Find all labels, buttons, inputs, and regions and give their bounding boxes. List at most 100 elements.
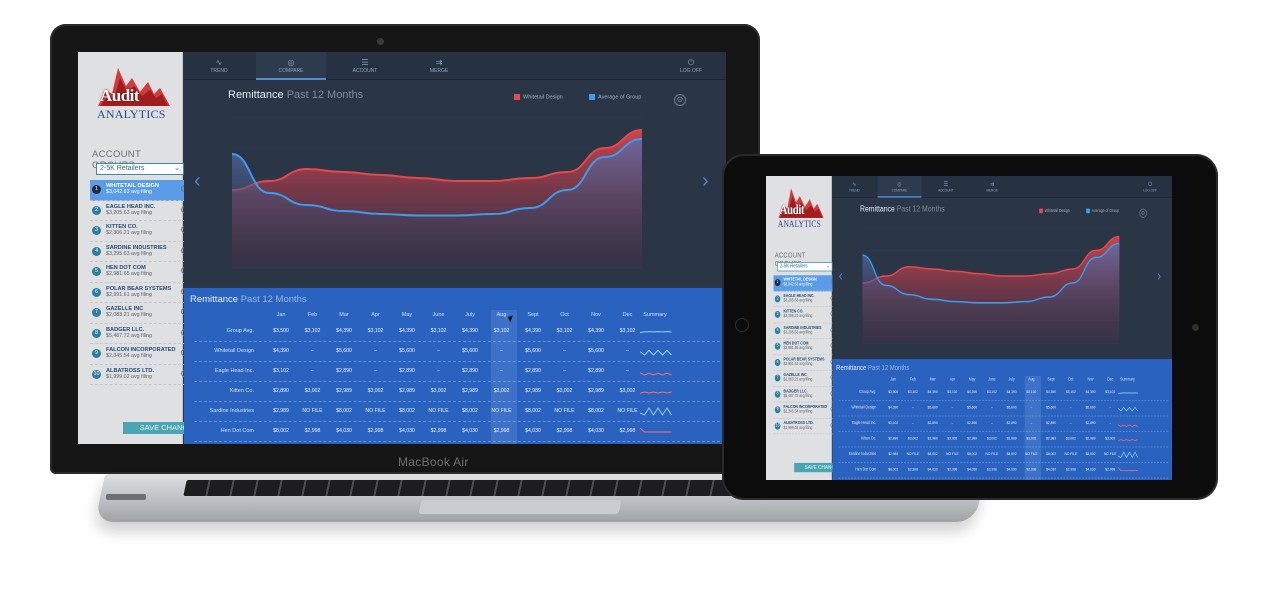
sparkline <box>640 349 672 356</box>
account-item[interactable]: 8BADGER LLC.$5,487.72 avg filing× <box>773 387 835 403</box>
account-item[interactable]: 2EAGLE HEAD INC.$3,205.63 avg filing× <box>90 201 188 221</box>
account-number-badge: 2 <box>774 295 781 303</box>
table-cell: $2,890 <box>462 368 478 374</box>
column-header-month[interactable]: Jan <box>266 312 296 318</box>
column-header-month[interactable]: Oct <box>550 312 580 318</box>
column-header-summary: Summary <box>1120 377 1135 383</box>
table-body: Group Avg. $3,500 $3,102 $4,390 $3,102 $4,390… <box>838 385 1169 479</box>
tab-compare[interactable]: ◎ COMPARE <box>256 52 326 80</box>
account-item[interactable]: 7GAZELLE INC$2,083.21 avg filing× <box>773 371 835 387</box>
account-item[interactable]: 3KITTEN CO.$2,306.21 avg filing× <box>773 307 835 323</box>
column-header-month[interactable]: Dec <box>613 312 643 318</box>
account-item[interactable]: 9 FALCON INCORPORATED $2,345.54 avg filing… <box>90 344 188 365</box>
table-cell: $5,600 <box>927 405 938 411</box>
column-header-month[interactable]: June <box>982 378 1001 383</box>
column-header-month[interactable]: Feb <box>904 378 923 383</box>
tab-log-off[interactable]: ⏻ LOG OFF <box>1128 176 1172 198</box>
row-label: Eagle Head Inc. <box>851 421 877 426</box>
trend-icon: ∿ <box>215 58 223 67</box>
column-header-month[interactable]: Dec <box>1101 378 1120 383</box>
account-group-select[interactable]: 2-5K Retailers ⌄ <box>777 262 833 272</box>
column-header-month[interactable]: Apr <box>361 312 391 318</box>
table-row[interactable]: Hen Dot Com $8,002 $2,998 $4,030 $2,998 $4,03… <box>838 463 1169 479</box>
table-cell: $8,002 <box>1046 452 1057 457</box>
chevron-left-icon[interactable]: ‹ <box>839 268 843 286</box>
table-cell: NO FILE <box>1064 452 1078 457</box>
column-header-month[interactable]: Nov <box>1081 378 1100 383</box>
table-row[interactable]: Hen Dot Com $8,002 $2,998 $4,030 $2,998 $4,03… <box>194 422 720 442</box>
table-row[interactable]: Whitetail Design $4,390 – $5,600 – $5,600 – $5,… <box>194 342 720 362</box>
table-cell: $3,002 <box>1026 436 1037 442</box>
table-row[interactable]: Group Avg. $3,500 $3,102 $4,390 $3,102 $4,390… <box>194 322 720 342</box>
table-row[interactable]: Group Avg. $3,500 $3,102 $4,390 $3,102 $4,390… <box>838 385 1169 401</box>
account-item[interactable]: 5HEN DOT COM$2,981.65 avg filing× <box>773 339 835 355</box>
account-item[interactable]: 10ALBATROSS LTD.$1,999.02 avg filing× <box>773 418 835 435</box>
tab-merge[interactable]: ⇉ MERGE <box>970 176 1014 198</box>
chevron-right-icon[interactable]: › <box>1157 268 1161 286</box>
account-item[interactable]: 6POLAR BEAR SYSTEMS$2,991.61 avg filing× <box>773 355 835 371</box>
chevron-left-icon[interactable]: ‹ <box>194 170 201 193</box>
column-header-month[interactable]: Mar <box>329 312 359 318</box>
account-item[interactable]: 4SARDINE INDUSTRIES$3,295.63 avg filing× <box>90 242 188 262</box>
table-row[interactable]: Kitten Co. $2,890 $3,002 $2,989 $3,002 $2,989… <box>194 382 720 402</box>
table-cell: $2,998 <box>1105 467 1116 473</box>
account-item[interactable]: 10ALBATROSS LTD.$1,999.02 avg filing× <box>90 365 188 385</box>
column-header-month[interactable]: July <box>455 312 485 318</box>
table-cell: $3,102 <box>493 328 510 334</box>
tab-compare[interactable]: ◎ COMPARE <box>877 176 922 198</box>
account-name: GAZELLE INC <box>783 372 807 378</box>
table-row[interactable]: Eagle Head Inc. $3,102 – $2,890 – $2,890 – $2,8… <box>194 362 720 382</box>
account-item[interactable]: 6POLAR BEAR SYSTEMS$2,991.61 avg filing× <box>90 283 188 303</box>
table-cell: $4,390 <box>1085 390 1096 395</box>
account-item[interactable]: 7GAZELLE INC$2,083.21 avg filing× <box>90 303 188 324</box>
account-item[interactable]: 8BADGER LLC.$5,487.72 avg filing× <box>90 324 188 344</box>
account-number-badge: 10 <box>774 422 781 430</box>
column-header-month[interactable]: Oct <box>1061 378 1080 383</box>
column-header-month[interactable]: Jan <box>884 378 903 383</box>
tab-merge[interactable]: ⇉ MERGE <box>404 52 474 80</box>
account-name: ALBATROSS LTD. <box>783 420 814 426</box>
table-title-main: Remittance <box>836 363 867 373</box>
tab-account[interactable]: ☰ ACCOUNT <box>924 176 968 198</box>
account-group-select[interactable]: 2-5K Retailers ⌄ <box>96 163 184 175</box>
table-cell: – <box>912 421 914 426</box>
column-header-month[interactable]: May <box>392 312 422 318</box>
account-item[interactable]: 3KITTEN CO.$2,306.21 avg filing× <box>90 221 188 242</box>
column-header-month[interactable]: Feb <box>298 312 328 318</box>
table-row[interactable]: Sardine Industries $2,989 NO FILE $8,002 NO … <box>838 447 1169 463</box>
table-cell: $2,998 <box>556 428 573 434</box>
column-header-month[interactable]: Nov <box>581 312 611 318</box>
account-item[interactable]: 5HEN DOT COM$2,981.65 avg filing× <box>90 262 188 283</box>
column-header-month[interactable]: Mar <box>923 378 942 383</box>
tab-trend[interactable]: ∿ TREND <box>832 176 876 198</box>
table-cell: $5,600 <box>525 348 541 354</box>
chevron-right-icon[interactable]: › <box>702 170 709 193</box>
table-row[interactable]: Whitetail Design $4,390 – $5,600 – $5,600 – $5,… <box>838 401 1169 417</box>
tab-log-off[interactable]: ⏻ LOG OFF <box>656 52 726 80</box>
account-item[interactable]: 1WHITETAIL DESIGN$3,042.63 avg filing× <box>90 180 188 201</box>
account-item[interactable]: 2EAGLE HEAD INC.$3,205.63 avg filing× <box>773 291 835 308</box>
column-header-month[interactable]: Apr <box>943 378 962 383</box>
row-label: Hen Dot Com <box>855 467 877 473</box>
account-item[interactable]: 1WHITETAIL DESIGN$3,042.63 avg filing× <box>773 275 835 292</box>
laptop-ports <box>106 494 146 500</box>
account-item[interactable]: 4SARDINE INDUSTRIES$3,295.63 avg filing× <box>773 323 835 339</box>
gear-icon[interactable]: ⚙ <box>1139 208 1147 218</box>
tablet-screen: Audit ANALYTICS ACCOUNT GROUPS 2-5K Reta… <box>766 176 1172 480</box>
table-cell: $4,390 <box>967 390 978 395</box>
column-header-month[interactable]: Sept <box>1042 378 1061 383</box>
column-header-month[interactable]: June <box>424 312 454 318</box>
column-header-month[interactable]: Aug <box>1022 378 1041 383</box>
column-header-month[interactable]: May <box>963 378 982 383</box>
column-header-month[interactable]: Sept <box>518 312 548 318</box>
gear-icon[interactable]: ⚙ <box>674 94 686 106</box>
table-row[interactable]: Kitten Co. $2,890 $3,002 $2,989 $3,002 $2,989… <box>838 432 1169 448</box>
tab-account[interactable]: ☰ ACCOUNT <box>330 52 400 80</box>
table-row[interactable]: Eagle Head Inc. $3,102 – $2,890 – $2,890 – $2,8… <box>838 416 1169 432</box>
row-label: Sardine Industries <box>209 408 254 414</box>
table-cell: $2,998 <box>619 428 636 434</box>
table-row[interactable]: Sardine Industries $2,989 NO FILE $8,002 NO … <box>194 402 720 422</box>
tab-trend[interactable]: ∿ TREND <box>184 52 254 80</box>
column-header-month[interactable]: July <box>1002 378 1021 383</box>
account-item[interactable]: 9 FALCON INCORPORATED $2,345.54 avg filing… <box>773 402 835 419</box>
